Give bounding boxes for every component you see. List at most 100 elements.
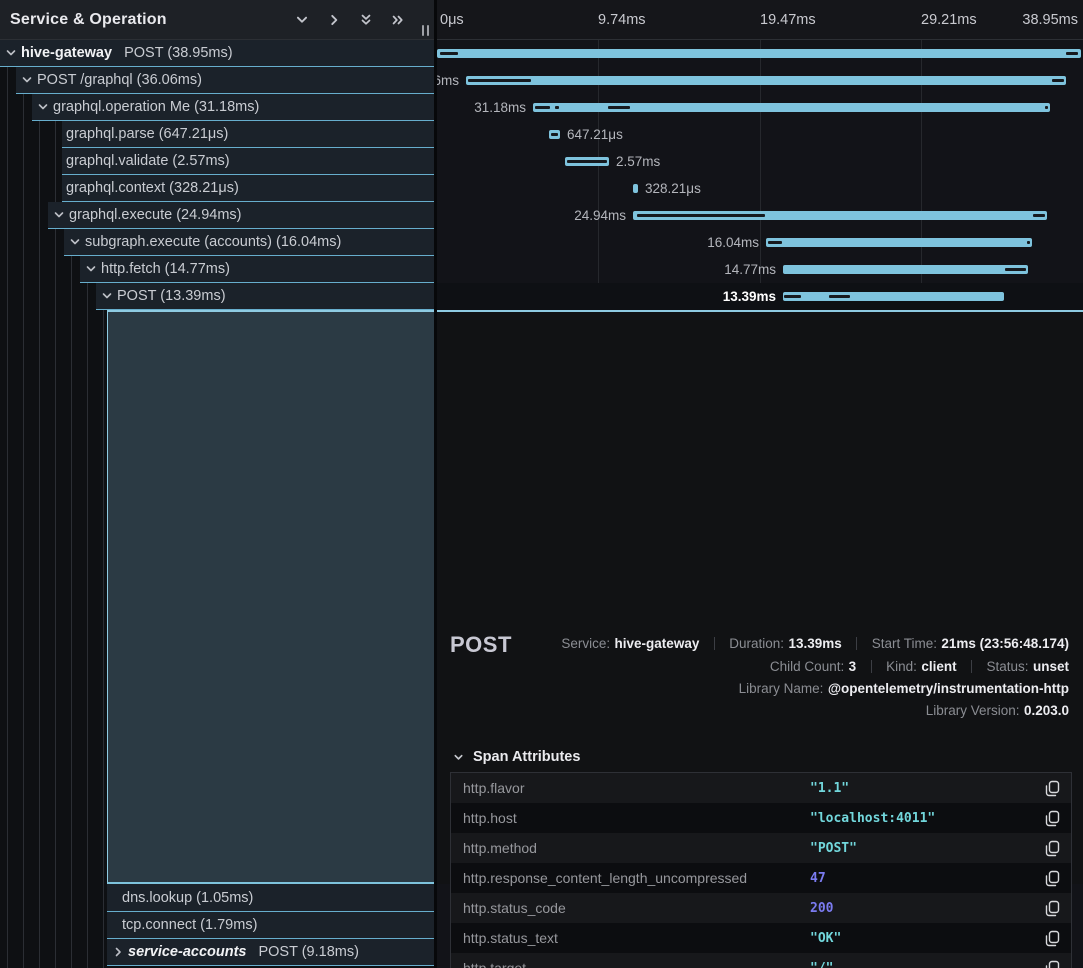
copy-icon[interactable]	[1045, 810, 1061, 827]
tick-label: 9.74ms	[598, 0, 646, 40]
duration-label: 36.06ms	[437, 67, 459, 94]
span-attributes-header[interactable]: Span Attributes	[452, 749, 580, 765]
attribute-value: 47	[810, 871, 826, 886]
span-detail-title: POST	[450, 632, 512, 658]
meta-value: @opentelemetry/instrumentation-http	[828, 681, 1069, 696]
meta-value: hive-gateway	[615, 636, 700, 651]
operation-name: POST (38.95ms)	[124, 45, 233, 61]
span-bar[interactable]	[783, 292, 1004, 301]
service-name: hive-gateway	[21, 45, 112, 61]
meta-value: client	[921, 659, 956, 674]
attribute-key: http.status_text	[451, 930, 810, 946]
column-divider[interactable]	[434, 0, 437, 968]
span-row-subgraph-execute[interactable]: subgraph.execute (accounts) (16.04ms)	[0, 229, 434, 256]
bar-row-selected: 13.39ms	[437, 283, 1083, 310]
chevron-down-icon[interactable]	[4, 47, 17, 60]
operation-name: POST (9.18ms)	[258, 944, 358, 960]
chevron-right-icon[interactable]	[111, 946, 124, 959]
attribute-row: http.target "/"	[451, 953, 1071, 968]
bar-row: 31.18ms	[437, 94, 1083, 121]
duration-label: 14.77ms	[724, 256, 776, 283]
attribute-row: http.response_content_length_uncompresse…	[451, 863, 1071, 893]
operation-name: http.fetch (14.77ms)	[101, 261, 230, 277]
trace-viewer: Service & Operation	[0, 0, 1083, 968]
operation-name: graphql.execute (24.94ms)	[69, 207, 242, 223]
bar-row: 14.77ms	[437, 256, 1083, 283]
attribute-value: "/"	[810, 961, 833, 968]
bar-row: 24.94ms	[437, 202, 1083, 229]
chevron-down-icon[interactable]	[68, 236, 81, 249]
span-row-graphql-parse[interactable]: graphql.parse (647.21μs)	[0, 121, 434, 148]
span-bar[interactable]	[549, 130, 560, 139]
span-bar[interactable]	[766, 238, 1032, 247]
attribute-key: http.target	[451, 960, 810, 968]
operation-name: graphql.parse (647.21μs)	[66, 126, 228, 142]
expand-one-chevron-right-icon[interactable]	[326, 12, 342, 28]
attribute-row: http.flavor "1.1"	[451, 773, 1071, 803]
chevron-down-icon[interactable]	[20, 74, 33, 87]
service-name: service-accounts	[128, 944, 246, 960]
chevron-down-icon[interactable]	[52, 209, 65, 222]
operation-name: graphql.validate (2.57ms)	[66, 153, 230, 169]
attribute-value: "POST"	[810, 841, 857, 856]
expand-all-double-chevron-right-icon[interactable]	[390, 12, 406, 28]
chevron-down-icon[interactable]	[36, 101, 49, 114]
span-row-dns-lookup[interactable]: dns.lookup (1.05ms)	[0, 884, 434, 912]
span-row-tcp-connect[interactable]: tcp.connect (1.79ms)	[0, 912, 434, 939]
meta-value: 21ms (23:56:48.174)	[941, 636, 1069, 651]
copy-icon[interactable]	[1045, 780, 1061, 797]
span-bar[interactable]	[633, 211, 1047, 220]
span-row-graphql-context[interactable]: graphql.context (328.21μs)	[0, 175, 434, 202]
attribute-key: http.method	[451, 840, 810, 856]
meta-value: 3	[849, 659, 857, 674]
detail-meta-line-1: Service: hive-gateway Duration: 13.39ms …	[557, 635, 1069, 657]
section-title: Span Attributes	[473, 749, 580, 765]
chevron-down-icon[interactable]	[84, 263, 97, 276]
span-row-post-graphql[interactable]: POST /graphql (36.06ms)	[0, 67, 434, 94]
span-bar[interactable]	[437, 49, 1081, 58]
span-row-graphql-validate[interactable]: graphql.validate (2.57ms)	[0, 148, 434, 175]
span-bar[interactable]	[783, 265, 1028, 274]
span-row-http-fetch[interactable]: http.fetch (14.77ms)	[0, 256, 434, 283]
bar-row: 16.04ms	[437, 229, 1083, 256]
span-bar[interactable]	[533, 103, 1050, 112]
tick-label: 38.95ms	[1022, 0, 1078, 40]
panel-title: Service & Operation	[10, 11, 167, 29]
meta-label: Library Name:	[739, 681, 824, 696]
span-bar[interactable]	[565, 157, 609, 166]
operation-name: graphql.operation Me (31.18ms)	[53, 99, 259, 115]
collapse-all-double-chevron-down-icon[interactable]	[358, 12, 374, 28]
span-bar[interactable]	[633, 184, 638, 193]
bar-row: 38.95ms	[437, 40, 1083, 67]
span-row-service-accounts-post[interactable]: service-accounts POST (9.18ms)	[0, 939, 434, 966]
operation-name: graphql.context (328.21μs)	[66, 180, 239, 196]
operation-name: POST /graphql (36.06ms)	[37, 72, 202, 88]
meta-value: 13.39ms	[788, 636, 841, 651]
expanded-span-region	[107, 310, 434, 884]
meta-value: unset	[1033, 659, 1069, 674]
span-bar[interactable]	[466, 76, 1066, 85]
operation-name: POST (13.39ms)	[117, 288, 226, 304]
copy-icon[interactable]	[1045, 840, 1061, 857]
copy-icon[interactable]	[1045, 900, 1061, 917]
duration-label: 647.21μs	[567, 121, 623, 148]
tick-label: 29.21ms	[921, 0, 977, 40]
copy-icon[interactable]	[1045, 960, 1061, 968]
span-row-post-selected[interactable]: POST (13.39ms)	[0, 283, 434, 310]
copy-icon[interactable]	[1045, 930, 1061, 947]
timeline-ruler: 0μs 9.74ms 19.47ms 29.21ms 38.95ms	[437, 0, 1083, 40]
span-row-graphql-operation-me[interactable]: graphql.operation Me (31.18ms)	[0, 94, 434, 121]
meta-label: Start Time:	[872, 636, 937, 651]
span-row-hive-gateway-post[interactable]: hive-gateway POST (38.95ms)	[0, 40, 434, 67]
column-resizer-handle[interactable]	[422, 25, 429, 36]
operation-name: dns.lookup (1.05ms)	[122, 890, 253, 906]
collapse-one-chevron-down-icon[interactable]	[294, 12, 310, 28]
bar-row: 328.21μs	[437, 175, 1083, 202]
chevron-down-icon[interactable]	[100, 290, 113, 303]
chevron-down-icon	[452, 751, 465, 764]
meta-value: 0.203.0	[1024, 703, 1069, 718]
span-row-graphql-execute[interactable]: graphql.execute (24.94ms)	[0, 202, 434, 229]
attribute-value: "1.1"	[810, 781, 849, 796]
copy-icon[interactable]	[1045, 870, 1061, 887]
attribute-key: http.host	[451, 810, 810, 826]
